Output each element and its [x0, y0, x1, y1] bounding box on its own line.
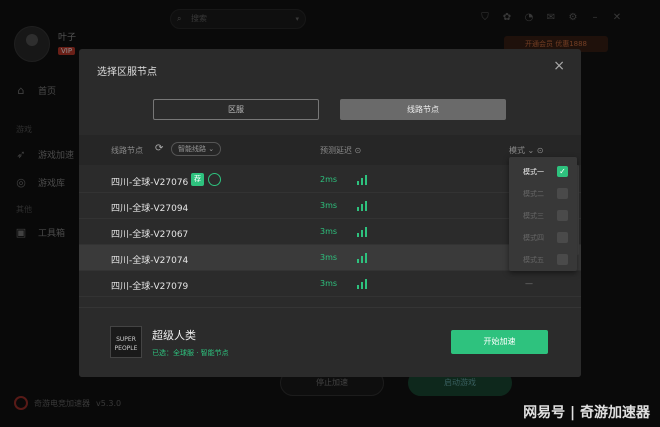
- tab-server[interactable]: 区服: [153, 99, 319, 120]
- node-name: 四川-全球-V27067: [111, 230, 189, 240]
- latency-value: 3ms: [320, 253, 338, 262]
- close-icon[interactable]: ×: [553, 59, 565, 73]
- latency-value: 2ms: [320, 175, 338, 184]
- latency-value: 3ms: [320, 201, 338, 210]
- checkbox-icon: [557, 210, 568, 221]
- watermark: 网易号 | 奇游加速器: [523, 405, 650, 421]
- column-mode[interactable]: 模式 ⌄ ⊙: [509, 145, 544, 156]
- table-row[interactable]: 四川-全球-V27079 3ms —: [79, 271, 581, 297]
- signal-icon: [357, 279, 367, 289]
- node-name: 四川-全球-V27076: [111, 178, 189, 188]
- mode-option-label: 模式四: [523, 234, 544, 242]
- table-row[interactable]: 四川-全球-V27094 3ms: [79, 193, 581, 219]
- mode-option-4[interactable]: 模式四: [509, 227, 577, 249]
- mode-option-3[interactable]: 模式三: [509, 205, 577, 227]
- checkbox-icon: [557, 254, 568, 265]
- dialog-title: 选择区服节点: [97, 67, 157, 78]
- dialog-footer: SUPER PEOPLE 超级人类 已选：全球服 · 智能节点 开始加速: [79, 307, 581, 377]
- table-row-selected[interactable]: 四川-全球-V27074 3ms: [79, 245, 581, 271]
- mode-option-5[interactable]: 模式五: [509, 249, 577, 271]
- mode-option-label: 模式五: [523, 256, 544, 264]
- node-select-dialog: 选择区服节点 × 区服 线路节点 线路节点 ⟳ 智能线路 ⌄ 预测延迟 ⊙ 模式…: [79, 49, 581, 377]
- latency-value: 3ms: [320, 227, 338, 236]
- node-name: 四川-全球-V27079: [111, 282, 189, 292]
- mode-option-2[interactable]: 模式二: [509, 183, 577, 205]
- game-cover: SUPER PEOPLE: [110, 326, 142, 358]
- app-window: 叶子 VIP ⌂ 首页 游戏 ➶ 游戏加速 ◎ 游戏库 其他 ▣ 工具箱 奇游电…: [0, 0, 660, 427]
- game-title: 超级人类: [152, 329, 196, 342]
- mode-option-label: 模式三: [523, 212, 544, 220]
- signal-icon: [357, 175, 367, 185]
- checkbox-icon: [557, 188, 568, 199]
- signal-icon: [357, 227, 367, 237]
- signal-icon: [357, 253, 367, 263]
- refresh-icon[interactable]: ⟳: [155, 143, 163, 154]
- checkbox-icon: [557, 232, 568, 243]
- column-node: 线路节点: [111, 146, 143, 155]
- node-name: 四川-全球-V27094: [111, 204, 189, 214]
- game-selection-summary: 已选：全球服 · 智能节点: [152, 349, 229, 357]
- mode-option-1[interactable]: 模式一 ✓: [509, 161, 577, 183]
- mode-option-label: 模式二: [523, 190, 544, 198]
- recommended-badge: 荐: [191, 173, 204, 186]
- start-accelerate-button[interactable]: 开始加速: [451, 330, 548, 354]
- smart-line-filter[interactable]: 智能线路 ⌄: [171, 142, 222, 156]
- speed-icon: [208, 173, 221, 186]
- table-header: 线路节点 ⟳ 智能线路 ⌄ 预测延迟 ⊙ 模式 ⌄ ⊙: [79, 135, 581, 165]
- signal-icon: [357, 201, 367, 211]
- mode-value: —: [525, 279, 533, 288]
- tab-line-node[interactable]: 线路节点: [340, 99, 506, 120]
- checkbox-checked-icon: ✓: [557, 166, 568, 177]
- table-row[interactable]: 四川-全球-V27076 荐 2ms: [79, 167, 581, 193]
- column-latency: 预测延迟 ⊙: [320, 146, 362, 155]
- node-name: 四川-全球-V27074: [111, 256, 189, 266]
- table-row[interactable]: 四川-全球-V27067 3ms: [79, 219, 581, 245]
- mode-dropdown: 模式一 ✓ 模式二 模式三 模式四 模式五: [509, 157, 577, 271]
- mode-option-label: 模式一: [523, 168, 544, 176]
- latency-value: 3ms: [320, 279, 338, 288]
